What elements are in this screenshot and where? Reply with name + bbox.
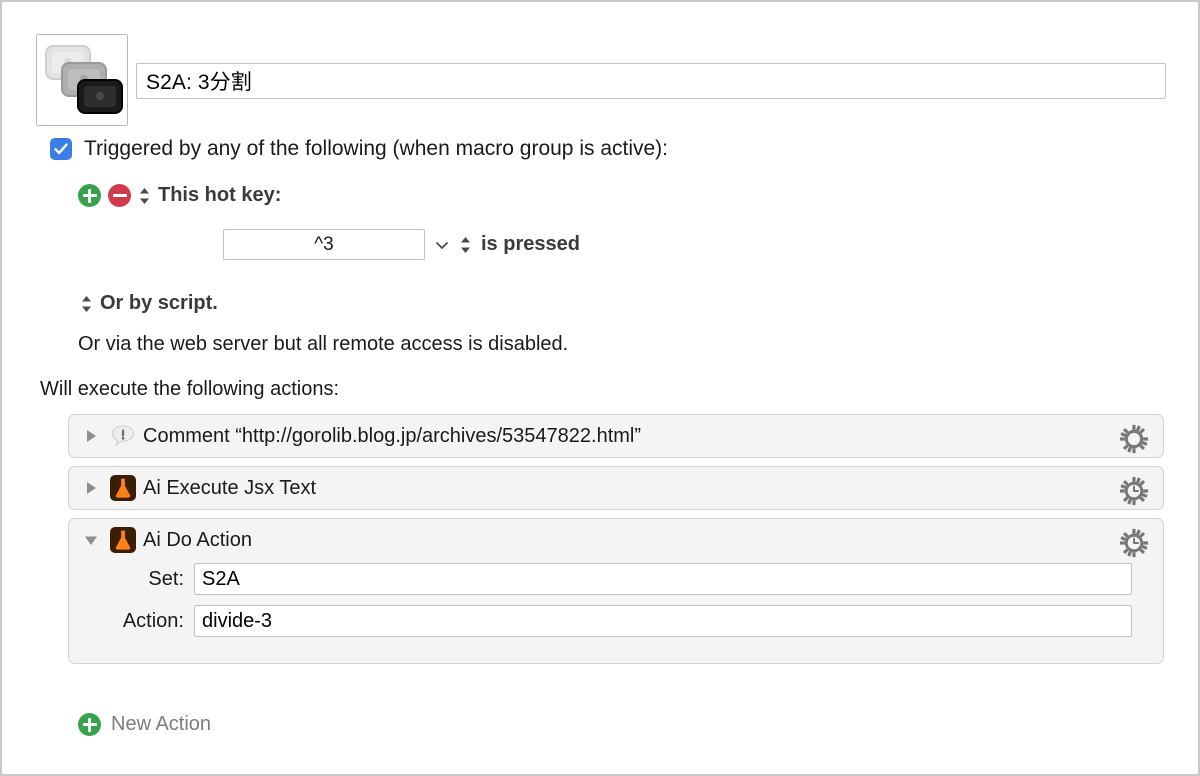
gear-clock-icon[interactable]	[1119, 528, 1149, 558]
action-header[interactable]: Ai Execute Jsx Text	[69, 467, 1163, 509]
script-stepper-icon[interactable]	[80, 294, 93, 314]
disclosure-triangle-collapsed-icon[interactable]	[81, 426, 101, 446]
action-header[interactable]: Comment “http://gorolib.blog.jp/archives…	[69, 415, 1163, 457]
action-field-input[interactable]: divide-3	[194, 605, 1132, 637]
remove-trigger-button[interactable]	[108, 184, 131, 207]
stacked-screens-icon[interactable]	[36, 34, 128, 126]
trigger-label: Triggered by any of the following (when …	[84, 137, 669, 160]
macro-editor-window: S2A: 3分割 Triggered by any of the followi…	[0, 0, 1200, 776]
set-field-row: Set: S2A	[69, 563, 1163, 595]
set-field-label: Set:	[148, 567, 184, 590]
action-title: Ai Execute Jsx Text	[143, 476, 317, 499]
hot-key-input[interactable]: ^3	[223, 229, 425, 260]
hot-key-trigger-row: This hot key:	[78, 184, 281, 207]
action-title: Ai Do Action	[143, 528, 252, 551]
actions-heading: Will execute the following actions:	[40, 378, 340, 400]
hot-key-field-row: ^3 is pressed	[223, 229, 580, 260]
illustrator-flask-icon	[110, 527, 136, 553]
webserver-note: Or via the web server but all remote acc…	[78, 333, 569, 355]
action-title: Comment “http://gorolib.blog.jp/archives…	[143, 424, 642, 447]
window-edge-top	[0, 0, 1200, 2]
macro-header: S2A: 3分割	[36, 34, 1166, 128]
hot-key-condition-stepper-icon[interactable]	[459, 235, 472, 255]
hot-key-condition-label: is pressed	[481, 233, 580, 255]
action-row-comment[interactable]: Comment “http://gorolib.blog.jp/archives…	[68, 414, 1164, 458]
action-field-row: Action: divide-3	[69, 605, 1163, 637]
add-trigger-button[interactable]	[78, 184, 101, 207]
comment-bubble-icon	[111, 425, 135, 447]
hot-key-value: ^3	[314, 233, 334, 255]
macro-name-field[interactable]: S2A: 3分割	[136, 63, 1166, 99]
gear-icon[interactable]	[1119, 424, 1149, 454]
chevron-down-icon[interactable]	[434, 237, 450, 253]
action-row-ai-execute-jsx-text[interactable]: Ai Execute Jsx Text	[68, 466, 1164, 510]
new-action-button[interactable]: New Action	[78, 713, 211, 736]
macro-name-value: S2A: 3分割	[146, 71, 252, 94]
new-action-label: New Action	[111, 713, 212, 735]
trigger-type-stepper-icon[interactable]	[138, 186, 151, 206]
action-header[interactable]: Ai Do Action	[69, 519, 1163, 561]
disclosure-triangle-collapsed-icon[interactable]	[81, 478, 101, 498]
set-field-value: S2A	[202, 567, 240, 590]
gear-clock-icon[interactable]	[1119, 476, 1149, 506]
script-trigger-row: Or by script.	[80, 292, 218, 315]
action-field-value: divide-3	[202, 609, 273, 632]
actions-list: Comment “http://gorolib.blog.jp/archives…	[68, 414, 1164, 672]
illustrator-flask-icon	[110, 475, 136, 501]
hot-key-label: This hot key:	[158, 184, 282, 206]
window-edge-left	[0, 0, 2, 776]
action-field-label: Action:	[122, 609, 184, 632]
action-row-ai-do-action[interactable]: Ai Do Action Set: S2A Action: divide-3	[68, 518, 1164, 664]
trigger-enabled-row[interactable]: Triggered by any of the following (when …	[50, 137, 668, 161]
script-trigger-label: Or by script.	[100, 292, 218, 314]
trigger-checkbox[interactable]	[50, 138, 72, 160]
disclosure-triangle-expanded-icon[interactable]	[81, 530, 101, 550]
set-field-input[interactable]: S2A	[194, 563, 1132, 595]
add-action-icon[interactable]	[78, 713, 101, 736]
